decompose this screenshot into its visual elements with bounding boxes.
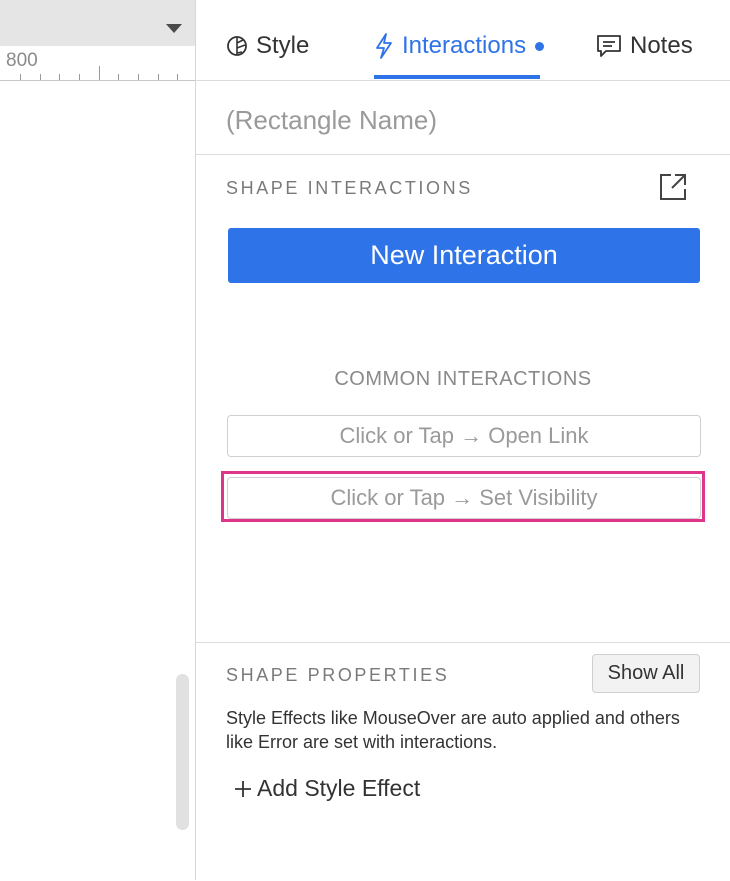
ruler-tick	[118, 74, 119, 80]
highlight-box	[221, 471, 705, 522]
vertical-scrollbar[interactable]	[176, 674, 189, 830]
tab-interactions-label: Interactions	[402, 32, 527, 59]
dropdown-caret-icon[interactable]	[166, 24, 182, 33]
ruler-label: 800	[6, 50, 38, 71]
ruler-tick	[99, 66, 100, 80]
common-interaction-open-link[interactable]: Click or Tap → Open Link	[227, 415, 701, 457]
popout-icon[interactable]	[658, 172, 688, 207]
inspector-tabs: Style Interactions Notes	[196, 0, 730, 81]
add-style-effect-button[interactable]: Add Style Effect	[234, 775, 420, 802]
inspector-panel: Style Interactions Notes (Rectangle Name…	[196, 0, 730, 880]
add-style-effect-label: Add Style Effect	[257, 775, 421, 801]
shape-name-field[interactable]: (Rectangle Name)	[226, 105, 437, 136]
ruler-tick	[158, 74, 159, 80]
tab-notes-label: Notes	[630, 32, 693, 59]
changes-indicator-dot	[535, 41, 545, 51]
canvas-area: 800	[0, 0, 195, 880]
shape-properties-title: SHAPE PROPERTIES	[226, 665, 450, 685]
horizontal-ruler: 800	[0, 46, 195, 81]
canvas-dropdown[interactable]	[0, 0, 195, 46]
shape-name-section: (Rectangle Name)	[196, 81, 730, 155]
shape-properties-description: Style Effects like MouseOver are auto ap…	[226, 708, 680, 752]
tab-style-label: Style	[256, 32, 310, 59]
ruler-tick	[79, 74, 80, 80]
ruler-tick	[177, 74, 178, 80]
notes-icon	[597, 35, 621, 57]
ruler-tick	[138, 74, 139, 80]
tab-style[interactable]: Style	[226, 28, 309, 64]
common-interactions-title: COMMON INTERACTIONS	[334, 368, 592, 390]
show-all-button[interactable]: Show All	[592, 654, 700, 693]
plus-icon	[235, 780, 251, 797]
new-interaction-button[interactable]: New Interaction	[228, 228, 700, 283]
active-tab-underline	[374, 75, 540, 79]
tab-interactions[interactable]: Interactions	[374, 28, 545, 64]
interactions-icon	[376, 33, 392, 59]
style-icon	[227, 36, 247, 56]
shape-properties-section: SHAPE PROPERTIES Show All Style Effects …	[196, 642, 730, 881]
ruler-tick	[59, 74, 60, 80]
ruler-tick	[20, 74, 21, 80]
tab-notes[interactable]: Notes	[596, 28, 693, 64]
shape-interactions-title: SHAPE INTERACTIONS	[226, 178, 473, 198]
ruler-tick	[40, 74, 41, 80]
